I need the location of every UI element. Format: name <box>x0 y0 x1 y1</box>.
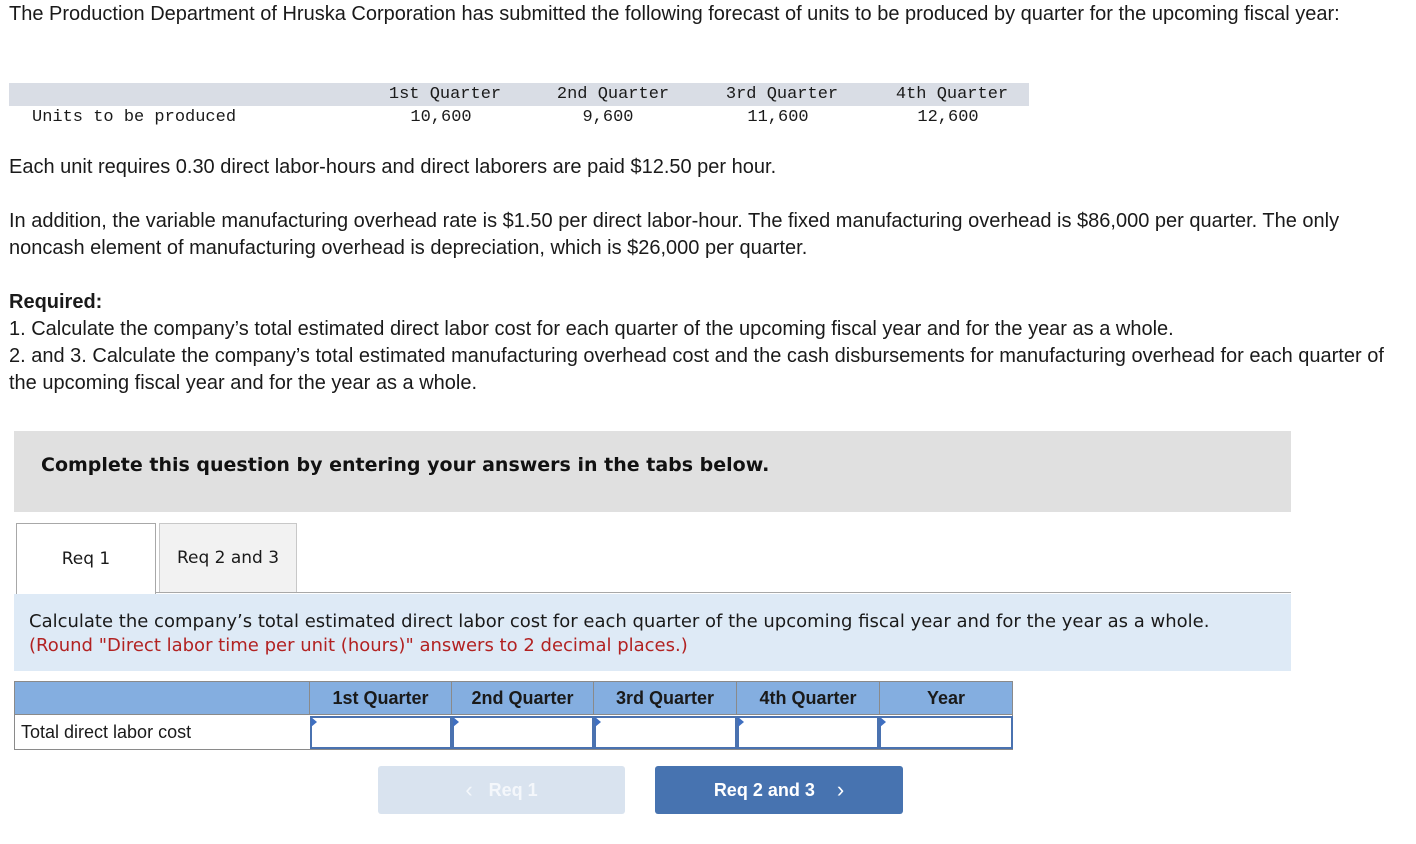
answer-header-q1: 1st Quarter <box>309 682 451 715</box>
forecast-row-label: Units to be produced <box>32 108 237 127</box>
forecast-value-q4: 12,600 <box>917 108 979 127</box>
tab-req-1[interactable]: Req 1 <box>16 523 156 594</box>
required-item-2: 2. and 3. Calculate the company’s total … <box>9 345 1384 394</box>
input-marker-icon <box>880 717 886 727</box>
answer-table-header: 1st Quarter 2nd Quarter 3rd Quarter 4th … <box>14 681 1013 715</box>
input-q2[interactable] <box>452 716 594 749</box>
answer-header-q3: 3rd Quarter <box>593 682 736 715</box>
answer-header-q2: 2nd Quarter <box>451 682 593 715</box>
requirement-text: Calculate the company’s total estimated … <box>29 610 1269 658</box>
prev-req-button[interactable]: ‹ Req 1 <box>378 766 625 814</box>
input-year[interactable] <box>879 716 1013 749</box>
chevron-right-icon: › <box>836 777 845 802</box>
required-title: Required: <box>9 291 103 313</box>
forecast-header-q4: 4th Quarter <box>895 85 1009 104</box>
next-req-label: Req 2 and 3 <box>713 779 815 800</box>
input-marker-icon <box>453 717 459 727</box>
tab-divider <box>156 592 1291 593</box>
intro-text: The Production Department of Hruska Corp… <box>9 3 1340 25</box>
labor-text: Each unit requires 0.30 direct labor-hou… <box>9 156 777 178</box>
forecast-header-q3: 3rd Quarter <box>725 85 839 104</box>
requirement-panel: Calculate the company’s total estimated … <box>14 594 1291 671</box>
input-marker-icon <box>738 717 744 727</box>
forecast-header-row: 1st Quarter 2nd Quarter 3rd Quarter 4th … <box>9 83 1029 106</box>
rounding-note: (Round "Direct labor time per unit (hour… <box>29 635 688 656</box>
forecast-header-q2: 2nd Quarter <box>556 85 670 104</box>
tab-req-2-and-3-label: Req 2 and 3 <box>176 548 280 568</box>
chevron-left-icon: ‹ <box>465 777 473 802</box>
input-q1[interactable] <box>310 716 452 749</box>
forecast-value-q1: 10,600 <box>410 108 472 127</box>
forecast-value-q2: 9,600 <box>582 108 634 127</box>
answer-header-q4: 4th Quarter <box>736 682 879 715</box>
instruction-banner: Complete this question by entering your … <box>14 431 1291 512</box>
forecast-table: 1st Quarter 2nd Quarter 3rd Quarter 4th … <box>9 83 1029 130</box>
answer-row-label: Total direct labor cost <box>21 722 192 742</box>
required-item-1: 1. Calculate the company’s total estimat… <box>9 318 1174 340</box>
forecast-value-q3: 11,600 <box>747 108 809 127</box>
input-marker-icon <box>595 717 601 727</box>
required-section: Required: 1. Calculate the company’s tot… <box>9 289 1409 397</box>
tab-req-1-label: Req 1 <box>61 549 111 569</box>
tab-req-2-and-3[interactable]: Req 2 and 3 <box>159 523 297 593</box>
overhead-text: In addition, the variable manufacturing … <box>9 210 1340 259</box>
answer-header-year: Year <box>879 682 1012 715</box>
prev-req-label: Req 1 <box>488 779 538 800</box>
forecast-header-q1: 1st Quarter <box>388 85 502 104</box>
input-q3[interactable] <box>594 716 737 749</box>
input-marker-icon <box>311 717 317 727</box>
forecast-units-row: Units to be produced 10,600 9,600 11,600… <box>9 106 1029 130</box>
banner-text: Complete this question by entering your … <box>41 454 770 476</box>
next-req-button[interactable]: Req 2 and 3 › <box>655 766 903 814</box>
answer-table: 1st Quarter 2nd Quarter 3rd Quarter 4th … <box>14 681 1013 750</box>
input-q4[interactable] <box>737 716 879 749</box>
requirement-instruction: Calculate the company’s total estimated … <box>29 611 1210 632</box>
answer-row-total-direct-labor-cost: Total direct labor cost <box>14 715 1013 750</box>
